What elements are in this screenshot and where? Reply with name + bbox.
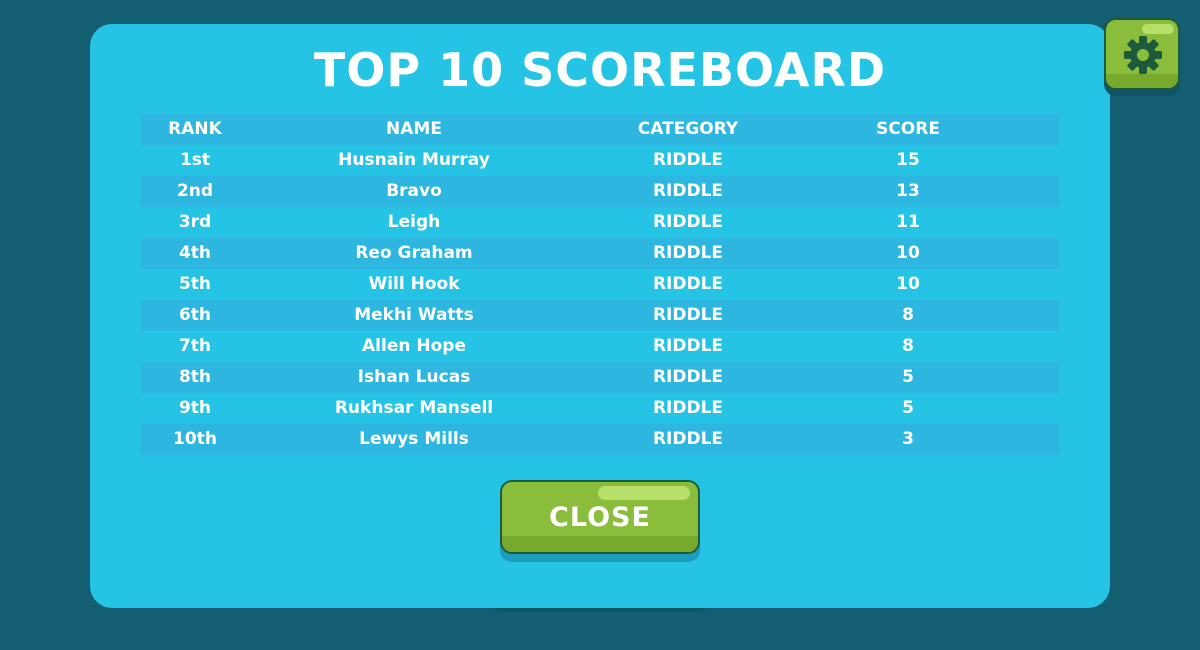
rank-cell: 1st bbox=[179, 150, 211, 170]
table-row: 3rd Leigh RIDDLE 11 bbox=[141, 207, 1059, 238]
settings-button-highlight bbox=[1142, 24, 1174, 34]
table-row: 7th Allen Hope RIDDLE 8 bbox=[141, 331, 1059, 362]
close-button-highlight bbox=[598, 486, 690, 500]
category-cell: RIDDLE bbox=[652, 305, 724, 325]
score-cell: 8 bbox=[902, 305, 914, 325]
score-cell: 5 bbox=[902, 398, 914, 418]
category-cell: RIDDLE bbox=[652, 181, 724, 201]
category-cell: RIDDLE bbox=[652, 274, 724, 294]
close-button-label: CLOSE bbox=[549, 501, 651, 533]
score-cell: 10 bbox=[896, 243, 920, 263]
category-cell: RIDDLE bbox=[652, 398, 724, 418]
name-cell: Husnain Murray bbox=[338, 150, 490, 170]
settings-button[interactable] bbox=[1104, 18, 1180, 90]
header-category: CATEGORY bbox=[637, 119, 739, 139]
table-row: 10th Lewys Mills RIDDLE 3 bbox=[141, 424, 1059, 455]
name-cell: Leigh bbox=[387, 212, 441, 232]
rank-cell: 5th bbox=[178, 274, 212, 294]
category-cell: RIDDLE bbox=[652, 243, 724, 263]
name-cell: Lewys Mills bbox=[359, 429, 469, 449]
rank-cell: 7th bbox=[178, 336, 212, 356]
rank-cell: 6th bbox=[178, 305, 212, 325]
category-cell: RIDDLE bbox=[652, 212, 724, 232]
table-row: 2nd Bravo RIDDLE 13 bbox=[141, 176, 1059, 207]
rank-cell: 2nd bbox=[176, 181, 214, 201]
header-name: NAME bbox=[386, 119, 442, 139]
table-row: 1st Husnain Murray RIDDLE 15 bbox=[141, 145, 1059, 176]
table-row: 6th Mekhi Watts RIDDLE 8 bbox=[141, 300, 1059, 331]
category-cell: RIDDLE bbox=[652, 336, 724, 356]
close-button[interactable]: CLOSE bbox=[500, 480, 700, 554]
name-cell: Allen Hope bbox=[362, 336, 466, 356]
score-cell: 5 bbox=[902, 367, 914, 387]
scoreboard-title: TOP 10 SCOREBOARD bbox=[313, 43, 887, 97]
score-cell: 13 bbox=[896, 181, 920, 201]
rank-cell: 8th bbox=[178, 367, 212, 387]
score-cell: 3 bbox=[902, 429, 914, 449]
gear-icon bbox=[1124, 36, 1162, 74]
name-cell: Will Hook bbox=[368, 274, 460, 294]
table-header-row: RANK NAME CATEGORY SCORE bbox=[141, 114, 1059, 145]
scoreboard-table: RANK NAME CATEGORY SCORE 1st Husnain Mur… bbox=[141, 114, 1059, 455]
category-cell: RIDDLE bbox=[652, 367, 724, 387]
name-cell: Ishan Lucas bbox=[357, 367, 471, 387]
rank-cell: 10th bbox=[173, 429, 217, 449]
rank-cell: 4th bbox=[178, 243, 212, 263]
score-cell: 15 bbox=[896, 150, 920, 170]
table-row: 4th Reo Graham RIDDLE 10 bbox=[141, 238, 1059, 269]
table-row: 5th Will Hook RIDDLE 10 bbox=[141, 269, 1059, 300]
name-cell: Reo Graham bbox=[355, 243, 473, 263]
header-rank: RANK bbox=[168, 119, 222, 139]
name-cell: Mekhi Watts bbox=[354, 305, 474, 325]
category-cell: RIDDLE bbox=[652, 150, 724, 170]
score-cell: 10 bbox=[896, 274, 920, 294]
rank-cell: 9th bbox=[178, 398, 212, 418]
table-row: 9th Rukhsar Mansell RIDDLE 5 bbox=[141, 393, 1059, 424]
category-cell: RIDDLE bbox=[652, 429, 724, 449]
name-cell: Rukhsar Mansell bbox=[334, 398, 494, 418]
header-score: SCORE bbox=[876, 119, 940, 139]
score-cell: 11 bbox=[896, 212, 920, 232]
scoreboard-screen: TOP 10 SCOREBOARD RANK NAME CATEGORY SCO… bbox=[0, 0, 1200, 650]
name-cell: Bravo bbox=[386, 181, 442, 201]
close-button-bevel bbox=[502, 536, 698, 552]
table-row: 8th Ishan Lucas RIDDLE 5 bbox=[141, 362, 1059, 393]
rank-cell: 3rd bbox=[178, 212, 212, 232]
score-cell: 8 bbox=[902, 336, 914, 356]
settings-button-bevel bbox=[1106, 74, 1178, 88]
